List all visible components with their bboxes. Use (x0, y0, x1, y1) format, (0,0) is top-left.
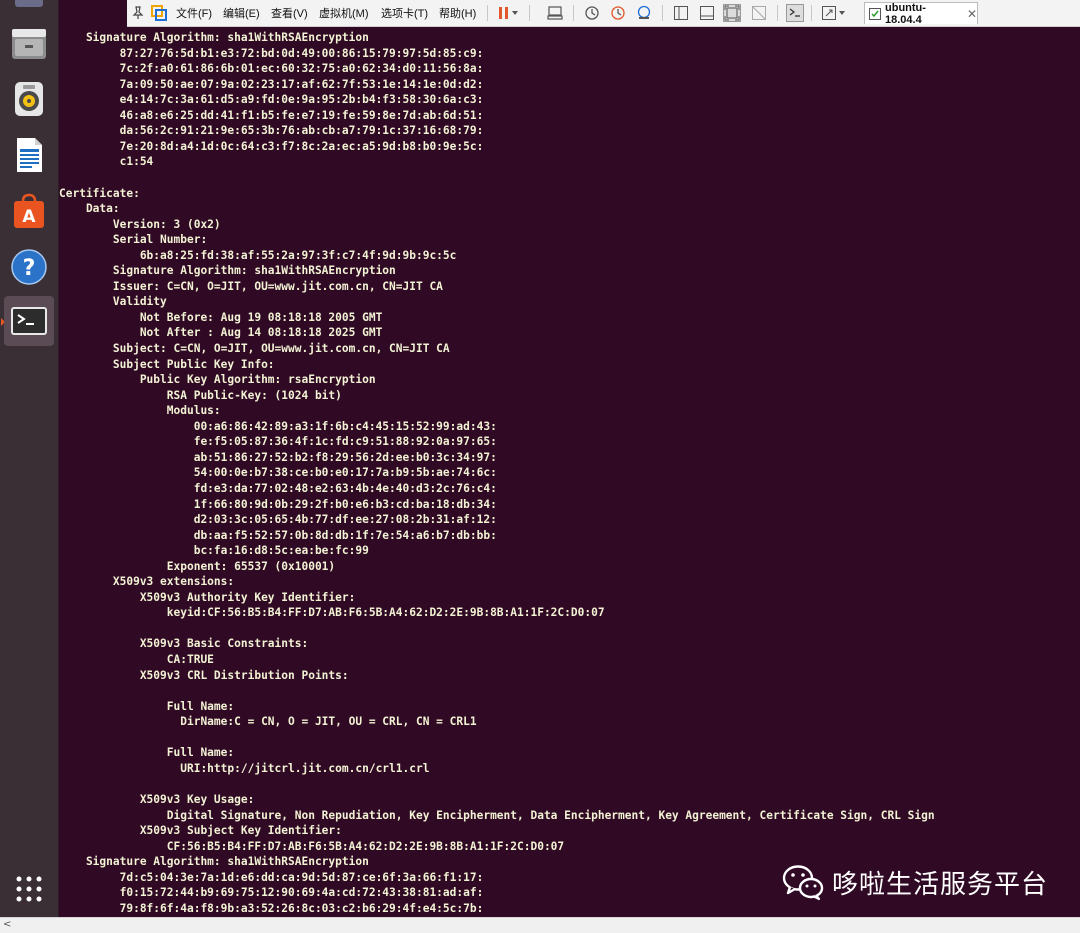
terminal-line: Modulus: (59, 404, 221, 418)
menu-vm[interactable]: 虚拟机(M) (319, 5, 369, 21)
terminal-line: fd:e3:da:77:02:48:e2:63:4b:4e:40:d3:2c:7… (59, 481, 497, 495)
terminal-line: 87:27:76:5d:b1:e3:72:bd:0d:49:00:86:15:7… (59, 46, 484, 60)
console-view-icon[interactable] (699, 0, 715, 26)
terminal-line: 1f:66:80:9d:0b:29:2f:b0:e6:b3:cd:ba:18:d… (59, 497, 497, 511)
rhythmbox-icon[interactable] (4, 74, 54, 124)
terminal-output[interactable]: Signature Algorithm: sha1WithRSAEncrypti… (59, 27, 1080, 917)
menu-help[interactable]: 帮助(H) (439, 5, 476, 21)
terminal-line: Subject: C=CN, O=JIT, OU=www.jit.com.cn,… (59, 342, 450, 355)
terminal-line: X509v3 Subject Key Identifier: (59, 824, 342, 838)
toolbar-divider (811, 5, 812, 21)
horizontal-scrollbar[interactable]: < (0, 917, 1080, 933)
terminal-line: Digital Signature, Non Repudiation, Key … (59, 808, 935, 822)
terminal-line: 7d:c5:04:3e:7a:1d:e6:dd:ca:9d:5d:87:ce:6… (59, 870, 484, 884)
revert-snapshot-icon[interactable] (610, 0, 626, 26)
terminal-line: X509v3 CRL Distribution Points: (59, 668, 349, 682)
toolbar-divider (573, 5, 574, 21)
files-icon[interactable] (4, 18, 54, 68)
terminal-line: Exponent: 65537 (0x10001) (59, 559, 336, 573)
terminal-line: 54:00:0e:b7:38:ce:b0:e0:17:7a:b9:5b:ae:7… (59, 466, 497, 480)
terminal-line: X509v3 Key Usage: (59, 792, 255, 806)
terminal-line: Not Before: Aug 19 08:18:18 2005 GMT (59, 310, 383, 324)
terminal-line: URI:http://jitcrl.jit.com.cn/crl1.crl (59, 761, 430, 775)
terminal-line: X509v3 extensions: (59, 575, 235, 589)
terminal-line: e4:14:7c:3a:61:d5:a9:fd:0e:9a:95:2b:b4:f… (59, 93, 484, 107)
snapshot-manager-icon[interactable] (636, 0, 652, 26)
toolbar-divider (777, 5, 778, 21)
terminal-line: Version: 3 (0x2) (59, 217, 221, 231)
terminal-line: Full Name: (59, 699, 235, 713)
menu-tabs[interactable]: 选项卡(T) (381, 5, 428, 21)
terminal-line: Validity (59, 295, 167, 309)
terminal-line: 79:8f:6f:4a:f8:9b:a3:52:26:8c:03:c2:b6:2… (59, 901, 484, 915)
terminal-line: ab:51:86:27:52:b2:f8:29:56:2d:ee:b0:3c:3… (59, 450, 497, 464)
pin-icon[interactable] (131, 0, 145, 26)
terminal-line: 46:a8:e6:25:dd:41:f1:b5:fe:e7:19:fe:59:8… (59, 108, 484, 122)
toolbar-divider (662, 5, 663, 21)
terminal-line: X509v3 Authority Key Identifier: (59, 590, 356, 604)
terminal-line: 00:a6:86:42:89:a3:1f:6b:c4:45:15:52:99:a… (59, 419, 497, 433)
terminal-line: Serial Number: (59, 233, 208, 247)
terminal-line: Full Name: (59, 746, 235, 760)
sidebar-view-icon[interactable] (673, 0, 689, 26)
terminal-line: fe:f5:05:87:36:4f:1c:fd:c9:51:88:92:0a:9… (59, 435, 497, 449)
terminal-line: Issuer: C=CN, O=JIT, OU=www.jit.com.cn, … (59, 279, 443, 293)
vmware-logo-icon[interactable] (151, 0, 167, 26)
stretch-guest-icon[interactable] (821, 0, 847, 26)
help-icon[interactable]: ? (4, 242, 54, 292)
terminal-line: 7c:2f:a0:61:86:6b:01:ec:60:32:75:a0:62:3… (59, 62, 484, 76)
menu-edit[interactable]: 编辑(E) (223, 5, 260, 21)
toolbar-divider (529, 5, 530, 21)
snapshot-icon[interactable] (584, 0, 600, 26)
unity-mode-icon[interactable] (751, 0, 767, 26)
terminal-line: CA:TRUE (59, 653, 214, 666)
terminal-line: d2:03:3c:05:65:4b:77:df:ee:27:08:2b:31:a… (59, 513, 497, 527)
terminal-line: f0:15:72:44:b9:69:75:12:90:69:4a:cd:72:4… (59, 886, 484, 900)
terminal-line: 7e:20:8d:a4:1d:0c:64:c3:f7:8c:2a:ec:a5:9… (59, 139, 484, 153)
terminal-icon[interactable] (4, 296, 54, 346)
terminal-line: db:aa:f5:52:57:0b:8d:db:1f:7e:54:a6:b7:d… (59, 528, 497, 542)
terminal-line: CF:56:B5:B4:FF:D7:AB:F6:5B:A4:62:D2:2E:9… (59, 839, 565, 853)
svg-text:A: A (22, 207, 36, 227)
terminal-line: Signature Algorithm: sha1WithRSAEncrypti… (59, 264, 396, 278)
terminal-line: Signature Algorithm: sha1WithRSAEncrypti… (59, 31, 369, 44)
toolbar-divider (487, 5, 488, 21)
send-ctrl-alt-del-icon[interactable] (547, 0, 563, 26)
terminal-line: Not After : Aug 14 08:18:18 2025 GMT (59, 326, 383, 340)
menu-file[interactable]: 文件(F) (176, 5, 212, 21)
tab-ubuntu-vm[interactable]: ubuntu-18.04.4 ✕ (864, 1, 978, 26)
watermark-text: 哆啦生活服务平台 (832, 869, 1049, 900)
writer-icon[interactable] (4, 130, 54, 180)
scroll-left-icon[interactable]: < (3, 919, 11, 930)
software-center-icon[interactable]: A (4, 186, 54, 236)
vmware-toolbar: 文件(F) 编辑(E) 查看(V) 虚拟机(M) 选项卡(T) 帮助(H) ub… (127, 0, 1080, 27)
console-icon[interactable] (786, 0, 804, 26)
terminal-line: Public Key Algorithm: rsaEncryption (59, 373, 376, 387)
show-applications-icon[interactable] (4, 864, 54, 914)
terminal-line: 7a:09:50:ae:07:9a:02:23:17:af:62:7f:53:1… (59, 77, 484, 91)
terminal-line: da:56:2c:91:21:9e:65:3b:76:ab:cb:a7:79:1… (59, 124, 484, 138)
terminal-line: Data: (59, 202, 120, 216)
terminal-line: Certificate: (59, 186, 140, 200)
terminal-line: Subject Public Key Info: (59, 357, 275, 371)
terminal-line: RSA Public-Key: (1024 bit) (59, 388, 342, 402)
terminal-line: DirName:C = CN, O = JIT, OU = CRL, CN = … (59, 715, 477, 729)
vm-tab-label: ubuntu-18.04.4 (885, 1, 926, 26)
close-tab-icon[interactable]: ✕ (967, 7, 977, 21)
terminal-line: bc:fa:16:d8:5c:ea:be:fc:99 (59, 544, 369, 558)
terminal-line: keyid:CF:56:B5:B4:FF:D7:AB:F6:5B:A4:62:D… (59, 606, 605, 620)
vm-status-icon (869, 7, 881, 20)
fullscreen-icon[interactable] (723, 0, 741, 26)
menu-view[interactable]: 查看(V) (271, 5, 308, 21)
terminal-line: Signature Algorithm: sha1WithRSAEncrypti… (59, 855, 369, 869)
app-icon-partial[interactable] (4, 0, 54, 20)
terminal-line: X509v3 Basic Constraints: (59, 637, 309, 651)
terminal-line: 6b:a8:25:fd:38:af:55:2a:97:3f:c7:4f:9d:9… (59, 248, 457, 262)
wechat-watermark: 哆啦生活服务平台 (782, 862, 1048, 902)
wechat-logo-icon (782, 863, 824, 901)
launcher-dock: A ? (0, 0, 59, 917)
suspend-icon[interactable] (497, 0, 521, 26)
svg-text:?: ? (23, 256, 36, 281)
terminal-line: c1:54 (59, 155, 154, 169)
